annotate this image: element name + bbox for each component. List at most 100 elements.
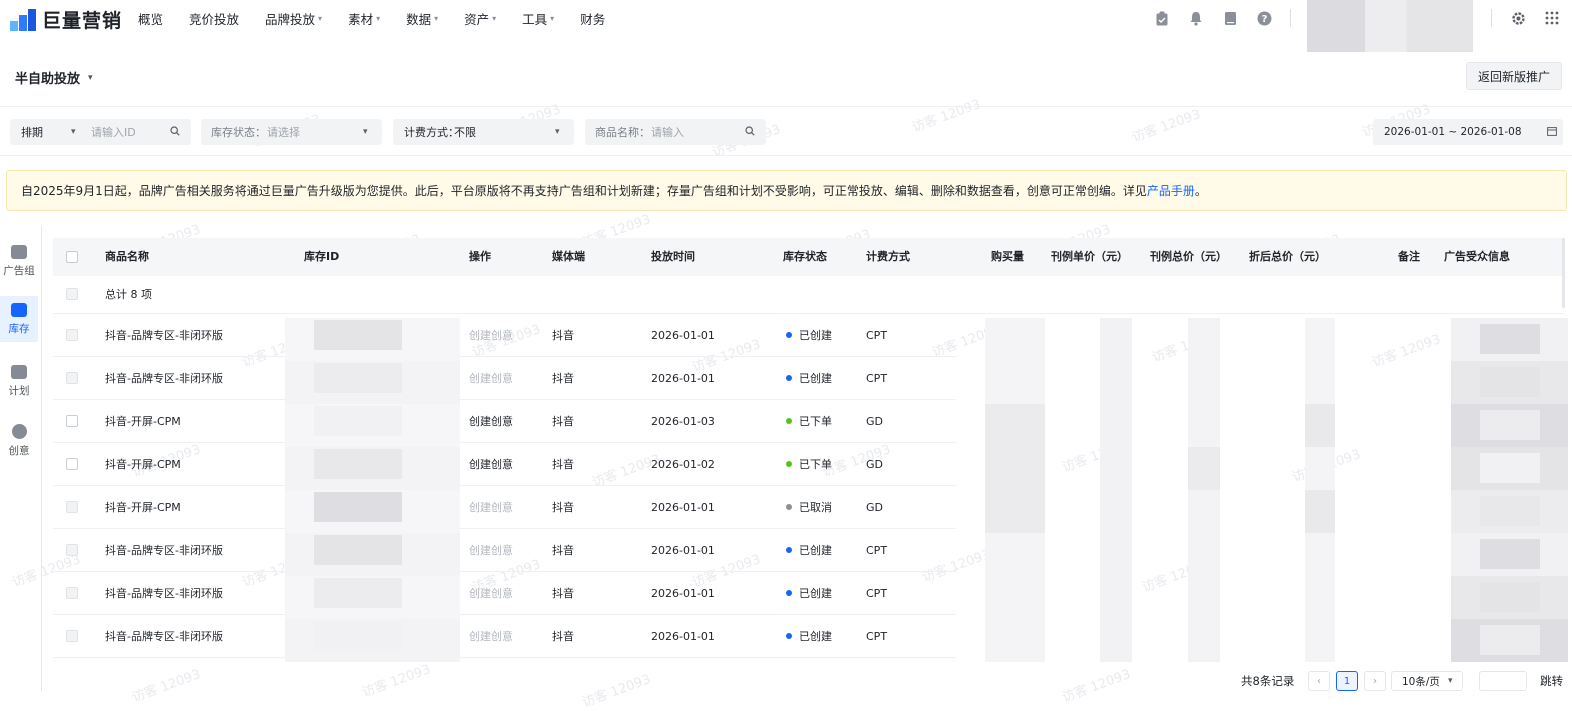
nav-item-5[interactable]: 资产 ▾ [464, 9, 496, 28]
redacted-block [1480, 324, 1540, 354]
media-cell: 抖音 [552, 372, 574, 385]
nav-item-label: 竞价投放 [189, 11, 240, 27]
nav-item-label: 财务 [580, 11, 606, 27]
apps-grid-icon[interactable] [1544, 10, 1560, 26]
chevron-down-icon: ▾ [88, 72, 93, 83]
page-1-button[interactable]: 1 [1336, 671, 1358, 691]
date-range-picker[interactable]: 2026-01-01 ~ 2026-01-08 [1373, 119, 1563, 145]
schedule-filter-label[interactable]: 排期 [21, 124, 43, 140]
status-dot-icon [786, 547, 792, 553]
status-text: 已创建 [799, 544, 832, 557]
nav-item-1[interactable]: 竞价投放 [189, 9, 239, 28]
gear-icon[interactable] [1510, 10, 1526, 26]
return-new-version-button[interactable]: 返回新版推广 [1466, 62, 1562, 90]
nav-item-label: 概览 [138, 11, 164, 27]
nav-item-6[interactable]: 工具 ▾ [522, 9, 554, 28]
table-row: 抖音-品牌专区-非闭环版 创建创意 抖音 2026-01-01 已创建 CPT [53, 572, 1565, 615]
create-creative-action[interactable]: 创建创意 [469, 400, 513, 443]
status-dot-icon [786, 504, 792, 510]
product-name-input[interactable]: 请输入 [651, 124, 684, 140]
redacted-block [1480, 496, 1540, 526]
sub-header: 半自助投放 ▾ 返回新版推广 [0, 56, 1572, 106]
nav-item-3[interactable]: 素材 ▾ [348, 9, 380, 28]
select-all-checkbox[interactable] [66, 251, 78, 263]
status-cell: 已创建 [786, 314, 832, 357]
prev-page-button[interactable]: ‹ [1308, 671, 1330, 691]
nav-item-0[interactable]: 概览 [138, 9, 163, 28]
stock-status-select[interactable]: 库存状态： 请选择 ▾ [201, 119, 382, 145]
table-scrollbar[interactable] [1562, 238, 1565, 308]
redacted-block [1100, 576, 1132, 619]
account-info-blurred[interactable] [1307, 0, 1473, 52]
redacted-block [314, 578, 402, 608]
chevron-down-icon: ▾ [376, 13, 381, 23]
redacted-block [1100, 490, 1132, 533]
row-checkbox [66, 587, 78, 599]
chevron-down-icon[interactable]: ▾ [71, 127, 76, 137]
table-row: 抖音-开屏-CPM 创建创意 抖音 2026-01-01 已取消 GD [53, 486, 1565, 529]
billing-method-select[interactable]: 计费方式： 不限 ▾ [393, 119, 574, 145]
billing-cell: GD [866, 501, 883, 514]
delivery-date-cell: 2026-01-03 [651, 415, 715, 428]
product-name-cell: 抖音-品牌专区-非闭环版 [105, 372, 223, 385]
redacted-block [1100, 404, 1132, 447]
rail-item-plan[interactable]: 计划 [0, 358, 38, 404]
redacted-block [985, 361, 1045, 404]
bell-icon[interactable] [1188, 10, 1204, 26]
media-cell: 抖音 [552, 458, 574, 471]
search-icon[interactable] [745, 125, 755, 139]
status-cell: 已取消 [786, 486, 832, 529]
redacted-block [985, 619, 1045, 662]
schedule-id-input[interactable]: 请输入ID [91, 124, 136, 140]
inventory-icon [11, 302, 27, 317]
nav-item-7[interactable]: 财务 [580, 9, 605, 28]
nav-item-4[interactable]: 数据 ▾ [406, 9, 438, 28]
create-creative-action: 创建创意 [469, 630, 513, 643]
table-row: 抖音-品牌专区-非闭环版 创建创意 抖音 2026-01-01 已创建 CPT [53, 529, 1565, 572]
product-manual-link[interactable]: 产品手册 [1147, 182, 1195, 199]
table-row: 抖音-开屏-CPM 创建创意 抖音 2026-01-02 已下单 GD [53, 443, 1565, 486]
redacted-block [1188, 619, 1220, 662]
redacted-block [1305, 318, 1335, 361]
delivery-mode-select[interactable]: 半自助投放 ▾ [15, 68, 93, 87]
status-text: 已取消 [799, 501, 832, 514]
chevron-down-icon: ▾ [318, 13, 323, 23]
divider [0, 155, 1572, 156]
rail-item-inventory[interactable]: 库存 [0, 296, 38, 342]
redacted-block [1100, 318, 1132, 361]
row-checkbox[interactable] [66, 458, 78, 470]
clipboard-icon[interactable] [1154, 10, 1170, 26]
rail-item-creative[interactable]: 创意 [0, 418, 38, 464]
page-size-select[interactable]: 10条/页 ▾ [1391, 671, 1463, 691]
status-text: 已下单 [799, 458, 832, 471]
rail-item-ad-group[interactable]: 广告组 [0, 238, 38, 284]
product-name-label: 商品名称： [595, 126, 650, 139]
nav-item-label: 数据 [406, 11, 432, 27]
nav-item-label: 品牌投放 [265, 11, 316, 27]
book-icon[interactable] [1222, 10, 1238, 26]
page-jump-input[interactable] [1479, 671, 1527, 691]
upgrade-notice-banner: 自2025年9月1日起，品牌广告相关服务将通过巨量广告升级版为您提供。此后，平台… [6, 170, 1567, 211]
table-row: 抖音-品牌专区-非闭环版 创建创意 抖音 2026-01-01 已创建 CPT [53, 314, 1565, 357]
column-header: 购买量 [991, 250, 1024, 263]
row-checkbox[interactable] [66, 415, 78, 427]
logo[interactable]: 巨量营销 [10, 6, 122, 33]
billing-cell: GD [866, 458, 883, 471]
create-creative-action[interactable]: 创建创意 [469, 443, 513, 486]
redacted-block [1100, 533, 1132, 576]
divider [1491, 9, 1492, 27]
nav-item-2[interactable]: 品牌投放 ▾ [265, 9, 322, 28]
nav-item-label: 工具 [522, 11, 548, 27]
help-icon[interactable]: ? [1256, 10, 1272, 26]
status-cell: 已下单 [786, 443, 832, 486]
delivery-date-cell: 2026-01-02 [651, 458, 715, 471]
stock-status-placeholder: 请选择 [267, 126, 300, 139]
next-page-button[interactable]: › [1364, 671, 1386, 691]
row-checkbox [66, 329, 78, 341]
media-cell: 抖音 [552, 501, 574, 514]
rail-item-label: 广告组 [3, 264, 35, 277]
status-dot-icon [786, 590, 792, 596]
search-icon[interactable] [170, 125, 180, 139]
status-dot-icon [786, 375, 792, 381]
logo-mark-icon [10, 7, 40, 33]
